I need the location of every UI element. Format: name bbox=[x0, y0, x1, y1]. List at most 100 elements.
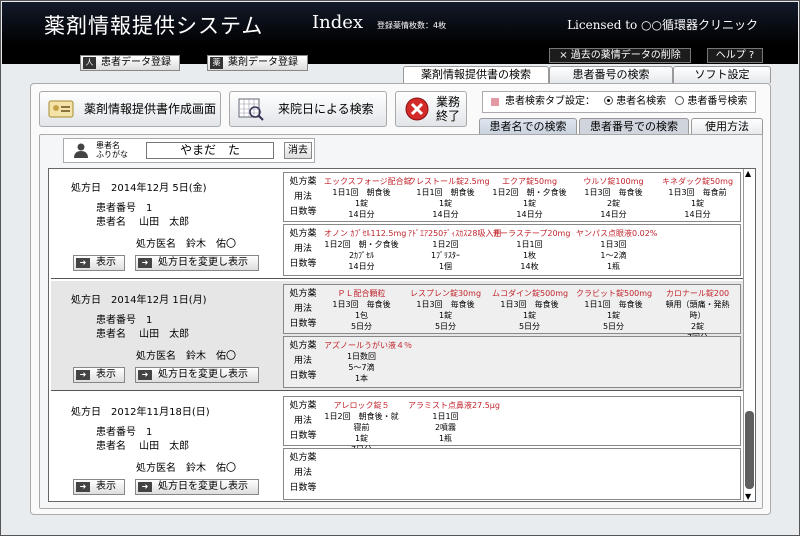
drug-entry[interactable]: アレロック錠５1日2回 朝食後・就寝前1錠7日分 bbox=[324, 400, 399, 455]
drug-days: 14日分 bbox=[600, 210, 627, 219]
drug-register-label: 薬剤データ登録 bbox=[228, 57, 298, 68]
drug-name: ＰＬ配合顆粒 bbox=[337, 289, 386, 298]
delete-past-data-button[interactable]: × 過去の薬情データの削除 bbox=[549, 48, 691, 63]
drug-dose: 1錠 bbox=[438, 199, 453, 208]
view-label: 表示 bbox=[96, 369, 116, 380]
scroll-up-icon[interactable]: ▲ bbox=[745, 169, 751, 178]
view-button[interactable]: ➜ 表示 bbox=[73, 367, 125, 383]
drug-entry[interactable]: アズノールうがい液４％ 1日数回 5～7滴 1本 bbox=[324, 340, 412, 384]
change-date-view-button[interactable]: ➜ 処方日を変更し表示 bbox=[135, 479, 259, 495]
drug-days: 5日分 bbox=[518, 322, 541, 331]
drug-entry[interactable]: オノン ｶﾌﾟｾﾙ112.5mg 1日2回 朝・夕食後 2ｶﾌﾟｾﾙ 14日分 bbox=[324, 228, 407, 272]
drug-days: 5日分 bbox=[434, 322, 457, 331]
tab-search-by-name[interactable]: 患者名での検索 bbox=[479, 118, 577, 135]
arrow-right-icon: ➜ bbox=[76, 258, 90, 268]
drug-name: オノン ｶﾌﾟｾﾙ112.5mg bbox=[324, 229, 407, 238]
drug-usage: 1日3回 bbox=[600, 240, 627, 249]
label-days: 日数等 bbox=[289, 259, 317, 269]
change-date-view-button[interactable]: ➜ 処方日を変更し表示 bbox=[135, 367, 259, 383]
drug-entry[interactable]: クラビット錠500mg 1日1回 毎食後 1錠 5日分 bbox=[576, 288, 653, 332]
drug-name: カロナール錠200 bbox=[665, 289, 730, 298]
patient-register-button[interactable]: 人 患者データ登録 bbox=[80, 55, 180, 71]
radio-patient-number[interactable] bbox=[675, 95, 685, 105]
drug-entry[interactable]: アラミスト点鼻液27.5μg 1日1回 2噴霧 1瓶 bbox=[408, 400, 500, 444]
exit-button[interactable]: 業務終了 bbox=[395, 91, 467, 127]
tab-search-by-number[interactable]: 患者番号での検索 bbox=[579, 118, 689, 135]
arrow-right-icon: ➜ bbox=[76, 482, 90, 492]
drug-dose: 2錠 bbox=[690, 322, 705, 331]
create-document-button[interactable]: 薬剤情報提供書作成画面 bbox=[39, 91, 221, 127]
change-date-view-button[interactable]: ➜ 処方日を変更し表示 bbox=[135, 255, 259, 271]
radio-patient-name[interactable] bbox=[604, 95, 614, 105]
person-icon bbox=[74, 143, 88, 158]
create-document-label: 薬剤情報提供書作成画面 bbox=[84, 102, 217, 116]
drug-group: 処方薬 用法 日数等 ＰＬ配合顆粒 1日3回 毎食後 1包 5日分 レスプレン錠30mg 1日3… bbox=[283, 284, 741, 342]
drug-entry[interactable]: ｱﾄﾞｴｱ250ﾃﾞｨｽｶｽ28吸入用 1日2回 1ﾌﾞﾘｽﾀｰ 1個 bbox=[408, 228, 501, 272]
tab-patient-number-search[interactable]: 患者番号の検索 bbox=[549, 66, 673, 83]
scroll-thumb[interactable] bbox=[745, 411, 754, 489]
view-button[interactable]: ➜ 表示 bbox=[73, 479, 125, 495]
drug-dose: 1錠 bbox=[354, 199, 369, 208]
patient-number: 患者番号 1 bbox=[96, 203, 153, 214]
label-days: 日数等 bbox=[289, 207, 317, 217]
drug-usage: 1日1回 bbox=[432, 412, 459, 421]
arrow-right-icon: ➜ bbox=[138, 258, 152, 268]
drug-entry[interactable]: ＰＬ配合顆粒 1日3回 毎食後 1包 5日分 bbox=[324, 288, 399, 332]
drug-entry[interactable]: ウルソ錠100mg 1日3回 毎食後 2錠 14日分 bbox=[576, 176, 651, 220]
drug-days: 1本 bbox=[354, 374, 369, 383]
drug-days: 1瓶 bbox=[606, 262, 621, 271]
patient-name: 患者名 山田 太郎 bbox=[96, 329, 190, 340]
scroll-down-icon[interactable]: ▼ bbox=[745, 492, 751, 501]
label-days: 日数等 bbox=[289, 431, 317, 441]
tab-software-settings[interactable]: ソフト設定 bbox=[673, 66, 771, 83]
search-by-date-button[interactable]: 来院日による検索 bbox=[229, 91, 387, 127]
prescription-date: 処方日 2012年11月18日(日) bbox=[71, 407, 210, 418]
list-scrollbar[interactable]: ▲ ▼ bbox=[743, 169, 755, 501]
help-button[interactable]: ヘルプ ? bbox=[707, 48, 763, 63]
clear-button[interactable]: 消去 bbox=[284, 142, 312, 159]
tab-drug-info-search[interactable]: 薬剤情報提供書の検索 bbox=[403, 66, 549, 83]
setting-label: 患者検索タブ設定： bbox=[505, 96, 595, 107]
drug-days: 14日分 bbox=[348, 210, 375, 219]
drug-usage: 1日3回 毎食後 bbox=[332, 300, 391, 309]
record-info: 処方日 2014年12月 1日(月) 患者番号 1 患者名 山田 太郎 処方医名 鈴木… bbox=[51, 281, 281, 390]
row-labels: 処方薬 用法 日数等 bbox=[284, 339, 322, 384]
arrow-right-icon: ➜ bbox=[138, 482, 152, 492]
drug-usage: 1日2回 朝食後・就寝前 bbox=[324, 412, 399, 432]
drug-dose: 1ﾌﾞﾘｽﾀｰ bbox=[430, 251, 461, 260]
drug-usage: 1日1回 朝食後 bbox=[416, 188, 475, 197]
setting-marker-icon bbox=[491, 98, 499, 106]
tab-usage[interactable]: 使用方法 bbox=[691, 118, 763, 135]
drug-register-button[interactable]: 薬 薬剤データ登録 bbox=[207, 55, 308, 71]
drug-entry[interactable]: クレストール錠2.5mg 1日1回 朝食後 1錠 14日分 bbox=[408, 176, 490, 220]
drug-days: 1個 bbox=[438, 262, 453, 271]
drug-entry[interactable]: エックスフォージ配合錠 1日1回 朝食後 1錠 14日分 bbox=[324, 176, 412, 220]
label-days: 日数等 bbox=[289, 371, 317, 381]
prescription-record: 処方日 2014年12月 1日(月) 患者番号 1 患者名 山田 太郎 処方医名 鈴木… bbox=[51, 281, 743, 391]
person-icon: 人 bbox=[83, 57, 96, 69]
drug-entry[interactable]: ヤンパス点眼液0.02% 1日3回 1～2滴 1瓶 bbox=[576, 228, 657, 272]
doctor-name: 処方医名 鈴木 佑〇 bbox=[136, 463, 236, 474]
furigana-label-text: ふりがな bbox=[96, 150, 128, 159]
patient-name-label: 患者名 ふりがな bbox=[96, 141, 128, 159]
patient-search-bar: 患者名 ふりがな やまだ た 消去 bbox=[63, 138, 315, 163]
drug-entry[interactable]: エクア錠50mg 1日2回 朝・夕食後 1錠 14日分 bbox=[492, 176, 567, 220]
medicine-icon: 薬 bbox=[210, 57, 223, 69]
drug-entry[interactable]: カロナール錠200頓用（頭痛・発熱時）2錠7回分 bbox=[660, 288, 735, 343]
doctor-name: 処方医名 鈴木 佑〇 bbox=[136, 351, 236, 362]
drug-entry[interactable]: ムコダイン錠500mg 1日3回 毎食後 1錠 5日分 bbox=[492, 288, 568, 332]
change-date-label: 処方日を変更し表示 bbox=[158, 369, 248, 380]
drug-usage: 1日2回 bbox=[432, 240, 459, 249]
drug-entry[interactable]: キネダック錠50mg 1日3回 毎食前 1錠 14日分 bbox=[660, 176, 735, 220]
drug-entry[interactable]: モーラステープ20mg 1日1回 1枚 14枚 bbox=[492, 228, 570, 272]
change-date-label: 処方日を変更し表示 bbox=[158, 481, 248, 492]
drug-name: クラビット錠500mg bbox=[576, 289, 653, 298]
drug-usage: 1日数回 bbox=[346, 352, 377, 361]
drug-entry[interactable]: レスプレン錠30mg 1日3回 毎食後 1錠 5日分 bbox=[408, 288, 483, 332]
drug-days: 14日分 bbox=[432, 210, 459, 219]
label-usage: 用法 bbox=[293, 244, 312, 254]
view-button[interactable]: ➜ 表示 bbox=[73, 255, 125, 271]
drug-usage: 1日3回 毎食後 bbox=[500, 300, 559, 309]
patient-name-input[interactable]: やまだ た bbox=[146, 142, 274, 159]
label-usage: 用法 bbox=[293, 416, 312, 426]
